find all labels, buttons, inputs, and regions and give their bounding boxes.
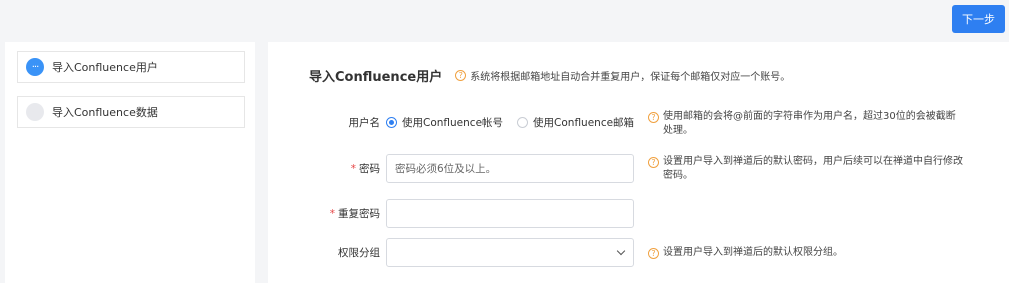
password-hint-text: 设置用户导入到禅道后的默认密码，用户后续可以在禅道中自行修改密码。	[663, 156, 963, 181]
steps-sidebar: ··· 导入Confluence用户 ··· 导入Confluence数据	[5, 42, 255, 283]
confirm-password-label-text: 重复密码	[338, 208, 380, 220]
permission-group-hint-text: 设置用户导入到禅道后的默认权限分组。	[663, 247, 843, 258]
main-panel: 导入Confluence用户 ? 系统将根据邮箱地址自动合并重复用户，保证每个邮…	[268, 42, 1009, 283]
username-label: 用户名	[348, 117, 381, 129]
step-active-icon: ···	[26, 58, 44, 76]
radio-confluence-email-label[interactable]: 使用Confluence邮箱	[533, 115, 634, 130]
question-icon: ?	[648, 248, 659, 259]
required-mark: *	[350, 163, 356, 175]
permission-group-label: 权限分组	[338, 247, 380, 259]
step-import-users[interactable]: ··· 导入Confluence用户	[17, 51, 245, 83]
password-hint: ? 设置用户导入到禅道后的默认密码，用户后续可以在禅道中自行修改密码。	[648, 155, 964, 183]
page-title: 导入Confluence用户	[309, 70, 443, 85]
question-icon: ?	[455, 70, 467, 81]
next-step-button[interactable]: 下一步	[952, 5, 1005, 33]
permission-group-hint: ? 设置用户导入到禅道后的默认权限分组。	[648, 246, 964, 260]
step-import-data[interactable]: ··· 导入Confluence数据	[17, 96, 245, 128]
required-mark: *	[329, 208, 335, 220]
username-hint: ? 使用邮箱的会将@前面的字符串作为用户名，超过30位的会被截断处理。	[648, 110, 964, 138]
username-hint-text: 使用邮箱的会将@前面的字符串作为用户名，超过30位的会被截断处理。	[663, 111, 956, 136]
step-label: 导入Confluence用户	[52, 61, 158, 74]
confirm-password-input[interactable]	[386, 199, 634, 228]
form-header: 导入Confluence用户 ? 系统将根据邮箱地址自动合并重复用户，保证每个邮…	[309, 66, 790, 85]
password-input[interactable]	[386, 154, 634, 183]
radio-confluence-email[interactable]	[517, 117, 529, 128]
question-icon: ?	[648, 112, 659, 123]
question-icon: ?	[648, 157, 659, 168]
password-label: * 密码	[268, 161, 380, 176]
permission-group-select[interactable]	[386, 238, 634, 267]
chevron-down-icon	[616, 246, 626, 256]
step-label: 导入Confluence数据	[52, 106, 158, 119]
password-label-text: 密码	[359, 163, 380, 175]
radio-confluence-account-label[interactable]: 使用Confluence帐号	[402, 115, 503, 130]
title-hint: 系统将根据邮箱地址自动合并重复用户，保证每个邮箱仅对应一个账号。	[470, 72, 791, 83]
step-inactive-icon: ···	[26, 103, 44, 121]
username-radio-group: 使用Confluence帐号 使用Confluence邮箱	[386, 115, 634, 130]
confirm-password-label: * 重复密码	[268, 206, 380, 221]
radio-confluence-account[interactable]	[386, 117, 397, 128]
